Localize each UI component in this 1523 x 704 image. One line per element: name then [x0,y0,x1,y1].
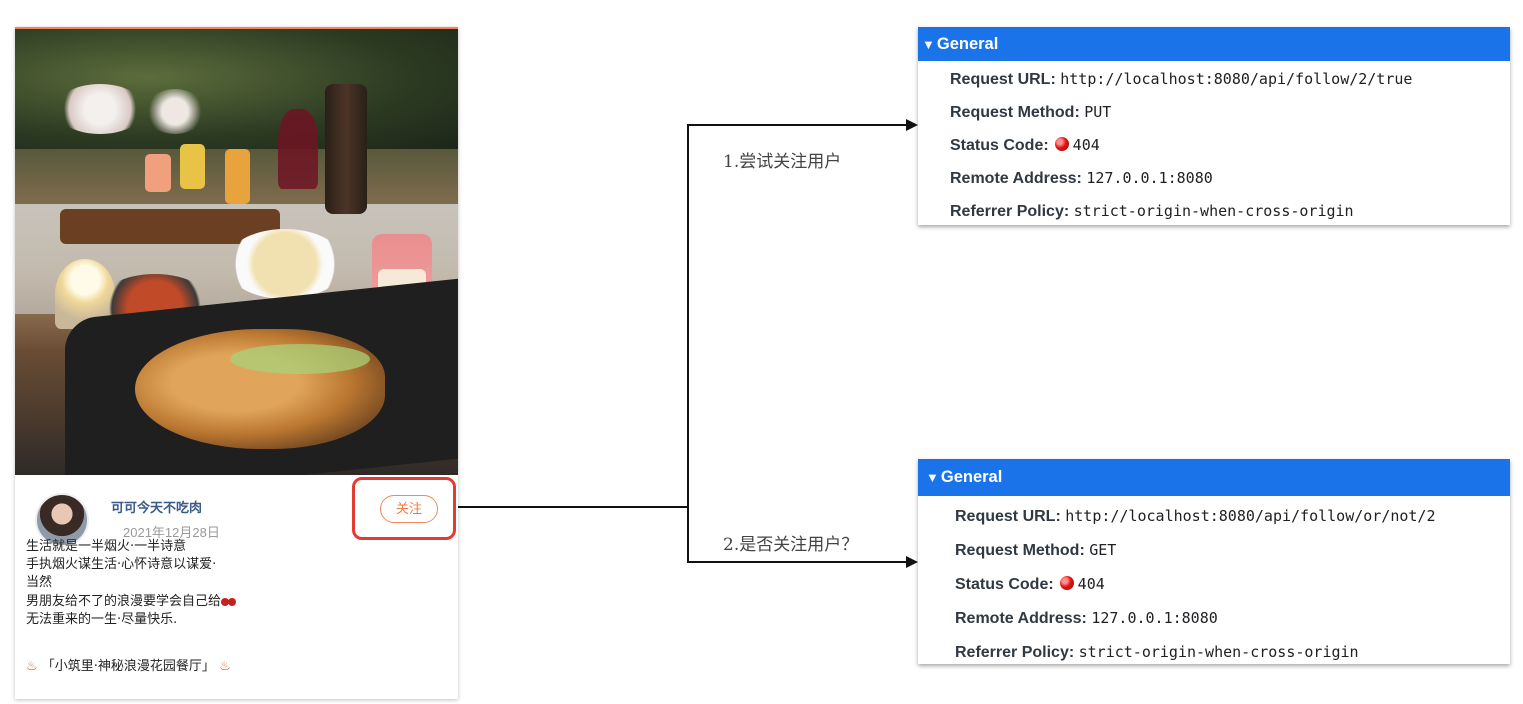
network-general-panel-is-following: ▼ General Request URL: http://localhost:8… [918,459,1510,664]
referrer-policy-key: Referrer Policy: [950,203,1070,220]
triangle-down-icon: ▼ [926,470,939,485]
post-line: 手执烟火谋生活·心怀诗意以谋爱· [26,557,217,573]
request-method-row: Request Method: PUT [950,103,1111,122]
post-content: 生活就是一半烟火·一半诗意 手执烟火谋生活·心怀诗意以谋爱· 当然 男朋友给不了… [26,538,237,629]
referrer-policy-key: Referrer Policy: [955,644,1075,661]
post-tail-line: ♨ 「小筑里·神秘浪漫花园餐厅」 ♨ [26,655,231,674]
referrer-policy-value: strict-origin-when-cross-origin [1073,202,1354,220]
remote-address-value: 127.0.0.1:8080 [1086,169,1213,187]
author-name[interactable]: 可可今天不吃肉 [111,497,202,516]
fire-icon: ♨ [26,659,38,674]
step-label-follow: 1.尝试关注用户 [723,152,842,172]
request-url-row: Request URL: http://localhost:8080/api/f… [955,507,1436,526]
status-code-value: 404 [1072,136,1100,154]
status-code-key: Status Code: [955,576,1054,593]
post-tail-text: 「小筑里·神秘浪漫花园餐厅」 [41,659,215,674]
general-section-header[interactable]: ▼ General [918,27,1510,61]
request-url-value: http://localhost:8080/api/follow/2/true [1060,70,1413,88]
request-method-value: GET [1089,541,1117,559]
status-error-icon [1059,576,1074,590]
request-method-row: Request Method: GET [955,541,1116,560]
post-line: 生活就是一半烟火·一半诗意 [26,539,187,554]
fire-icon: ♨ [219,659,231,674]
request-method-key: Request Method: [955,542,1085,559]
request-url-key: Request URL: [950,71,1056,88]
request-url-row: Request URL: http://localhost:8080/api/f… [950,70,1412,89]
network-general-panel-follow: ▼ General Request URL: http://localhost:8… [918,27,1510,225]
connector-line [458,506,688,508]
arrow-head-icon [906,119,918,131]
step-label-is-following: 2.是否关注用户？ [723,535,859,555]
referrer-policy-row: Referrer Policy: strict-origin-when-cros… [955,643,1359,662]
connector-line [687,124,907,126]
general-header-label: General [936,35,999,53]
post-line: 当然 [26,575,53,591]
status-code-value: 404 [1077,575,1105,593]
referrer-policy-value: strict-origin-when-cross-origin [1078,643,1359,661]
referrer-policy-row: Referrer Policy: strict-origin-when-cros… [950,202,1354,221]
cherry-icon [221,594,237,606]
post-line-text: 男朋友给不了的浪漫要学会自己给 [26,593,222,609]
connector-line [687,561,907,563]
triangle-down-icon: ▼ [922,37,935,52]
post-line: 男朋友给不了的浪漫要学会自己给 [26,593,237,611]
remote-address-key: Remote Address: [950,170,1082,187]
general-section-header[interactable]: ▼ General [918,459,1510,496]
connector-line [687,125,689,563]
post-photo [15,29,458,475]
remote-address-row: Remote Address: 127.0.0.1:8080 [950,169,1213,188]
request-url-value: http://localhost:8080/api/follow/or/not/… [1065,507,1436,525]
request-url-key: Request URL: [955,508,1061,525]
status-error-icon [1054,137,1069,151]
status-code-key: Status Code: [950,137,1049,154]
remote-address-value: 127.0.0.1:8080 [1091,609,1218,627]
status-code-row: Status Code: 404 [950,136,1100,155]
post-line: 无法重来的一生·尽量快乐. [26,611,178,627]
arrow-head-icon [906,556,918,568]
follow-button[interactable]: 关注 [380,495,438,523]
remote-address-row: Remote Address: 127.0.0.1:8080 [955,609,1218,628]
request-method-value: PUT [1084,103,1112,121]
request-method-key: Request Method: [950,104,1080,121]
general-header-label: General [940,468,1003,486]
remote-address-key: Remote Address: [955,610,1087,627]
status-code-row: Status Code: 404 [955,575,1105,594]
